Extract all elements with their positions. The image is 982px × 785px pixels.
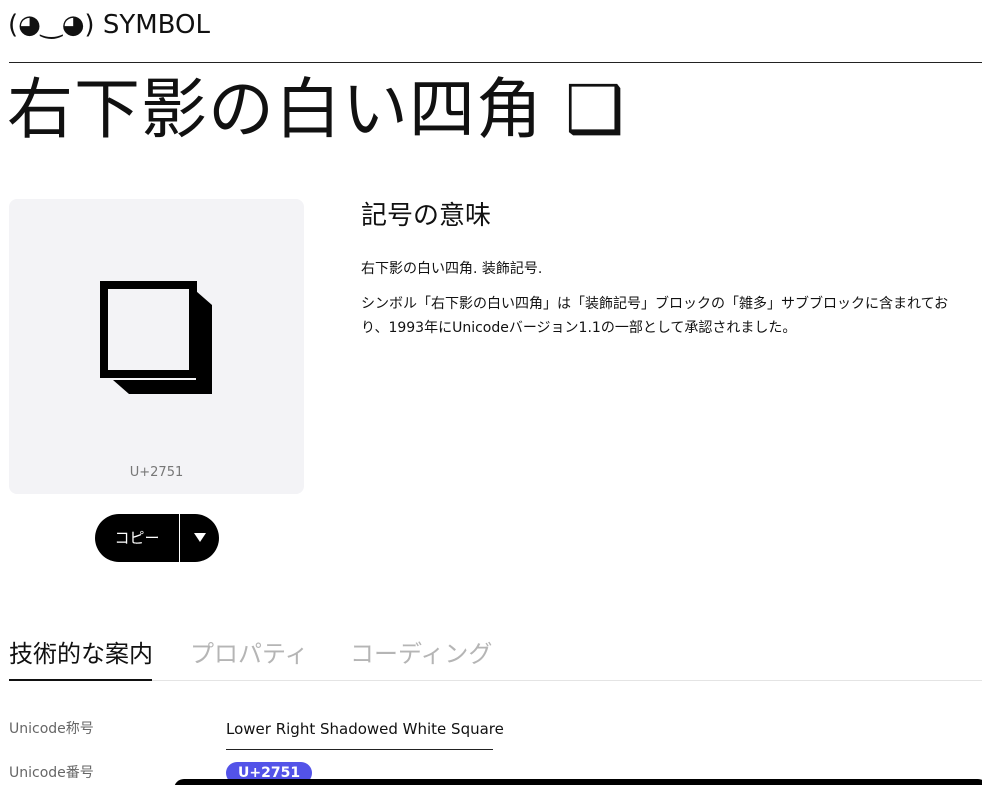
meaning-description: シンボル「右下影の白い四角」は「装飾記号」ブロックの「雑多」サブブロックに含まれ… [361,296,949,336]
copy-options-dropdown[interactable] [180,514,219,562]
unicode-name-label: Unicode称号 [9,721,94,737]
symbol-glyph-image [100,281,212,394]
symbol-code-label: U+2751 [129,465,184,480]
glyph-square [100,281,197,378]
site-logo-text[interactable]: (◕‿◕) SYMBOL [8,10,210,40]
copy-button[interactable]: コピー [95,514,179,562]
site-logo[interactable]: (◕‿◕) SYMBOL [8,8,210,42]
info-tabs: 技術的な案内 プロパティ コーディング [9,632,982,681]
bottom-toolbar[interactable] [174,779,982,785]
page: (◕‿◕) SYMBOL 右下影の白い四角 ❑ U+2751 コピー 記号の意味… [0,0,982,785]
row-divider [226,749,493,750]
header-divider [9,62,982,63]
chevron-down-icon [193,532,206,542]
unicode-number-label: Unicode番号 [9,765,94,781]
symbol-preview-card: U+2751 [9,199,304,494]
tab-properties[interactable]: プロパティ [190,632,309,679]
tab-technical[interactable]: 技術的な案内 [9,632,153,681]
page-title: 右下影の白い四角 ❑ [7,71,626,148]
meaning-short-text: 右下影の白い四角. 装飾記号. [361,261,543,277]
unicode-name-value: Lower Right Shadowed White Square [226,720,504,738]
tab-coding[interactable]: コーディング [350,632,492,679]
meaning-heading: 記号の意味 [361,201,492,231]
copy-button-group: コピー [95,514,219,562]
